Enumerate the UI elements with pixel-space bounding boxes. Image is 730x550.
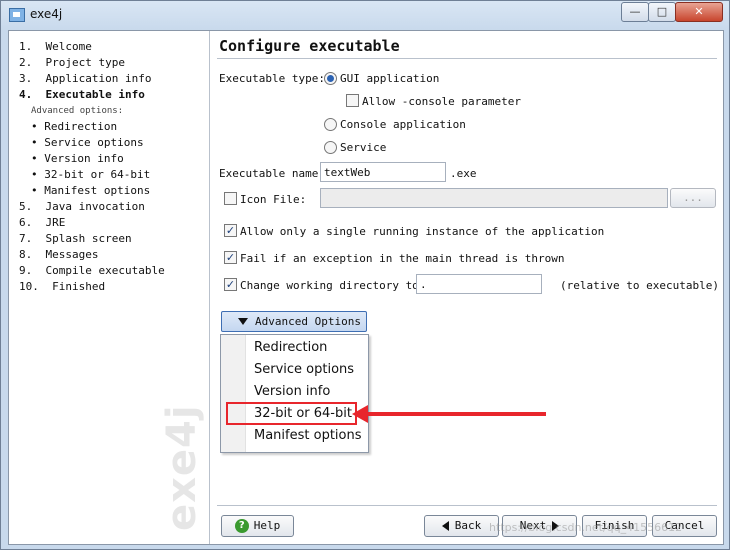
arrow-left-icon [441, 521, 449, 531]
fail-exception-checkbox[interactable]: ✓ [224, 251, 237, 264]
footer-divider [217, 505, 717, 506]
icon-file-label[interactable]: Icon File: [240, 193, 306, 206]
annotation-arrow-shaft [366, 412, 546, 416]
step-executable-info[interactable]: 4. Executable info [19, 87, 165, 103]
step-jre[interactable]: 6. JRE [19, 215, 165, 231]
icon-file-checkbox[interactable] [224, 192, 237, 205]
annotation-highlight-box [226, 402, 357, 425]
title-bar[interactable]: exe4j — □ ✕ [1, 1, 729, 29]
advanced-options-label: Advanced Options [255, 315, 361, 328]
close-button[interactable]: ✕ [675, 2, 723, 22]
maximize-button[interactable]: □ [648, 2, 676, 22]
fail-exception-label[interactable]: Fail if an exception in the main thread … [240, 252, 565, 265]
step-advanced-options-label: Advanced options: [31, 106, 124, 116]
page-title: Configure executable [219, 37, 400, 55]
advanced-options-button[interactable]: Advanced Options [221, 311, 367, 332]
console-application-label[interactable]: Console application [340, 118, 466, 131]
steps-sidebar: 1. Welcome 2. Project type 3. Applicatio… [9, 31, 210, 544]
menu-item-manifest-options[interactable]: Manifest options [254, 425, 362, 447]
step-32-64-bit[interactable]: • 32-bit or 64-bit [19, 167, 165, 183]
help-label: Help [253, 519, 281, 532]
step-messages[interactable]: 8. Messages [19, 247, 165, 263]
wizard-content: 1. Welcome 2. Project type 3. Applicatio… [8, 30, 724, 545]
console-application-radio[interactable] [324, 118, 337, 131]
help-icon: ? [234, 519, 249, 533]
icon-file-field[interactable] [320, 188, 668, 208]
step-java-invocation[interactable]: 5. Java invocation [19, 199, 165, 215]
gui-application-label[interactable]: GUI application [340, 72, 439, 85]
menu-item-redirection[interactable]: Redirection [254, 337, 327, 359]
help-button[interactable]: ? Help [221, 515, 294, 537]
blog-url-watermark: https://blog.csdn.net/qq_41556612 [489, 521, 683, 534]
step-compile-executable[interactable]: 9. Compile executable [19, 263, 165, 279]
service-radio[interactable] [324, 141, 337, 154]
relative-label: (relative to executable) [560, 279, 719, 292]
gui-application-radio[interactable] [324, 72, 337, 85]
triangle-down-icon [238, 318, 248, 325]
app-window: exe4j — □ ✕ 1. Welcome 2. Project type 3… [0, 0, 730, 550]
icon-browse-button[interactable]: ... [670, 188, 716, 208]
step-splash-screen[interactable]: 7. Splash screen [19, 231, 165, 247]
working-dir-field[interactable]: . [416, 274, 542, 294]
menu-icon-strip [221, 335, 246, 452]
app-icon [9, 8, 25, 22]
annotation-arrow-head [352, 405, 368, 423]
executable-type-label: Executable type: [219, 72, 325, 85]
back-button[interactable]: Back [424, 515, 499, 537]
executable-name-label: Executable name: [219, 167, 325, 180]
window-title: exe4j [30, 7, 63, 21]
allow-console-label[interactable]: Allow -console parameter [362, 95, 521, 108]
change-dir-label[interactable]: Change working directory to: [240, 279, 425, 292]
step-redirection[interactable]: • Redirection [19, 119, 165, 135]
steps-list: 1. Welcome 2. Project type 3. Applicatio… [19, 39, 165, 295]
back-label: Back [454, 519, 482, 532]
step-version-info[interactable]: • Version info [19, 151, 165, 167]
title-divider [217, 58, 717, 59]
menu-item-version-info[interactable]: Version info [254, 381, 330, 403]
minimize-button[interactable]: — [621, 2, 649, 22]
step-welcome[interactable]: 1. Welcome [19, 39, 165, 55]
allow-console-checkbox[interactable] [346, 94, 359, 107]
step-finished[interactable]: 10. Finished [19, 279, 165, 295]
step-application-info[interactable]: 3. Application info [19, 71, 165, 87]
change-dir-checkbox[interactable]: ✓ [224, 278, 237, 291]
menu-item-service-options[interactable]: Service options [254, 359, 354, 381]
main-panel: Configure executable Executable type: GU… [209, 31, 723, 544]
single-instance-checkbox[interactable]: ✓ [224, 224, 237, 237]
executable-name-field[interactable]: textWeb [320, 162, 446, 182]
step-manifest-options[interactable]: • Manifest options [19, 183, 165, 199]
exe-suffix: .exe [450, 167, 477, 180]
exe4j-watermark: exe4j [159, 404, 205, 531]
advanced-options-menu: Redirection Service options Version info… [220, 334, 369, 453]
service-label[interactable]: Service [340, 141, 386, 154]
single-instance-label[interactable]: Allow only a single running instance of … [240, 225, 604, 238]
step-project-type[interactable]: 2. Project type [19, 55, 165, 71]
step-service-options[interactable]: • Service options [19, 135, 165, 151]
